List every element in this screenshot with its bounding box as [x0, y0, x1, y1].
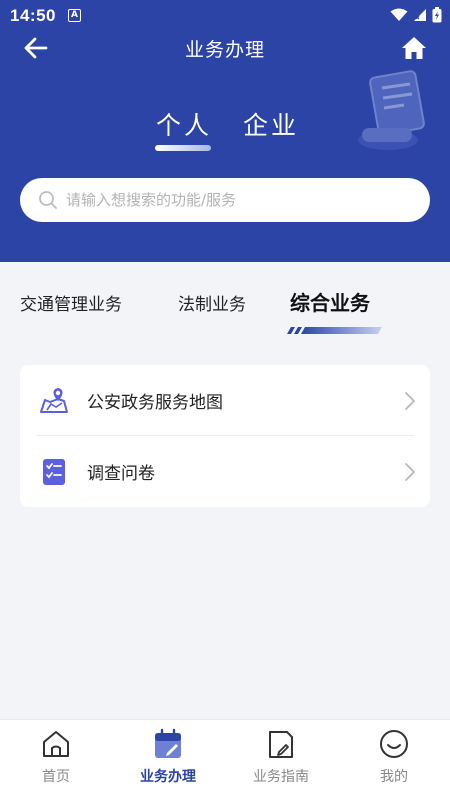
- service-item-police-map[interactable]: 公安政务服务地图: [20, 365, 430, 436]
- home-icon[interactable]: [400, 34, 428, 62]
- chevron-right-icon: [405, 463, 415, 481]
- service-label: 公安政务服务地图: [87, 393, 223, 413]
- page-title: 业务办理: [184, 39, 265, 61]
- service-list: 公安政务服务地图 调查问卷: [20, 365, 430, 507]
- category-legal[interactable]: 法制业务: [178, 290, 246, 315]
- status-bar: 14:50 A: [0, 0, 450, 32]
- smile-icon: [380, 730, 408, 758]
- search-input[interactable]: [66, 191, 386, 209]
- category-traffic-management[interactable]: 交通管理业务: [20, 290, 122, 315]
- map-pin-icon: [40, 388, 68, 413]
- checklist-icon: [43, 459, 65, 485]
- service-item-survey[interactable]: 调查问卷: [20, 436, 430, 507]
- tab-label: 业务指南: [253, 769, 309, 785]
- home-outline-icon: [43, 731, 69, 757]
- category-comprehensive[interactable]: 综合业务: [290, 287, 370, 316]
- tab-business[interactable]: 业务办理: [112, 720, 224, 800]
- tab-active-indicator: [155, 145, 211, 151]
- guide-icon: [269, 731, 293, 758]
- tab-label: 我的: [380, 769, 408, 785]
- bottom-tabbar: 首页 业务办理 业务指南 我的: [0, 719, 450, 800]
- business-icon: [155, 728, 181, 758]
- tab-label: 业务办理: [140, 769, 196, 785]
- tab-home[interactable]: 首页: [0, 720, 112, 800]
- search-bar[interactable]: [20, 178, 430, 222]
- tab-personal[interactable]: 个人: [156, 106, 212, 142]
- search-icon: [39, 191, 57, 209]
- chevron-right-icon: [405, 392, 415, 410]
- nav-bar: 业务办理: [0, 32, 450, 64]
- battery-icon: [432, 7, 442, 23]
- document-illustration-icon: [358, 70, 425, 150]
- tab-company[interactable]: 企业: [243, 106, 299, 142]
- signal-icon: [414, 9, 426, 21]
- wifi-icon: [390, 8, 408, 21]
- notification-icon: A: [68, 9, 81, 22]
- category-tabs: 交通管理业务 法制业务 综合业务: [0, 262, 450, 342]
- status-icons: [390, 7, 442, 23]
- status-time: 14:50: [10, 6, 56, 25]
- tab-mine[interactable]: 我的: [338, 720, 450, 800]
- category-active-indicator: [287, 327, 382, 334]
- tab-guide[interactable]: 业务指南: [225, 720, 337, 800]
- service-label: 调查问卷: [87, 464, 155, 484]
- tab-label: 首页: [42, 769, 70, 785]
